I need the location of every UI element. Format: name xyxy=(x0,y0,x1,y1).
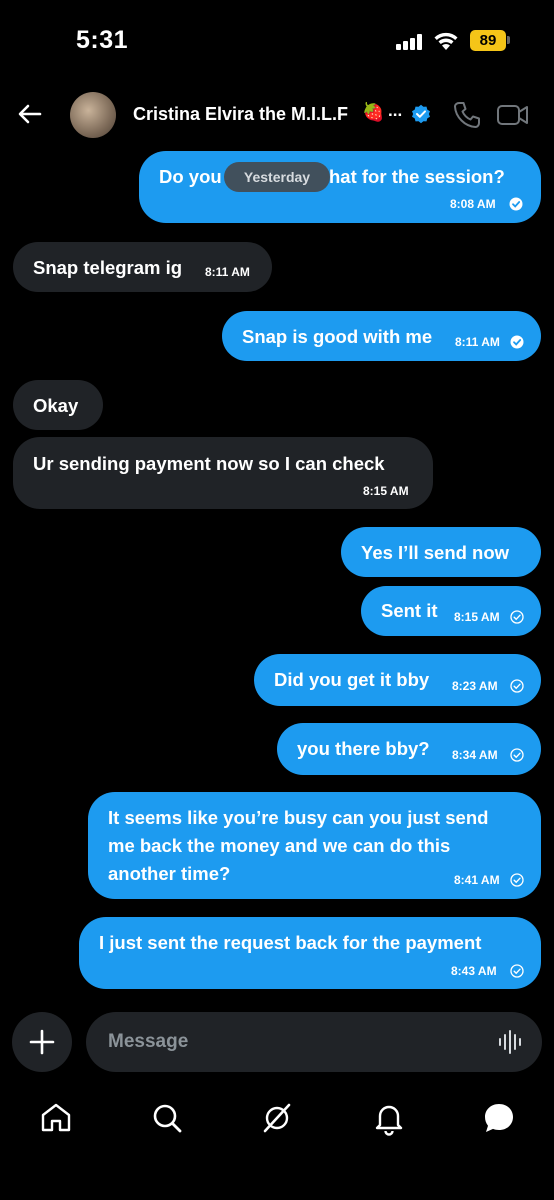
message-time: 8:43 AM xyxy=(451,964,497,978)
message-time: 8:15 AM xyxy=(363,484,409,498)
message-bubble-sent[interactable]: Sent it 8:15 AM xyxy=(361,586,541,636)
video-camera-icon[interactable] xyxy=(496,100,530,130)
read-receipt-icon xyxy=(510,335,524,349)
message-text: I just sent the request back for the pay… xyxy=(99,932,482,953)
battery-tip xyxy=(507,36,510,44)
message-composer xyxy=(0,1012,554,1072)
sent-receipt-icon xyxy=(510,873,524,887)
voice-waveform-icon[interactable] xyxy=(497,1028,525,1056)
phone-icon[interactable] xyxy=(452,100,482,130)
contact-name[interactable]: Cristina Elvira the M.I.L.F xyxy=(133,104,348,125)
message-time: 8:23 AM xyxy=(452,679,498,693)
sent-receipt-icon xyxy=(510,679,524,693)
strawberry-emoji: 🍓 xyxy=(362,102,385,122)
date-divider: Yesterday xyxy=(224,162,330,192)
message-text: Ur sending payment now so I can check xyxy=(33,453,385,474)
message-text: Yes I’ll send now xyxy=(361,542,510,563)
message-text: Sent it xyxy=(381,600,438,621)
message-input[interactable] xyxy=(86,1012,542,1072)
message-text-line: me back the money and we can do this xyxy=(108,835,451,856)
verified-badge-icon xyxy=(412,104,430,124)
message-bubble-received[interactable]: Snap telegram ig 8:11 AM xyxy=(13,242,272,292)
status-time: 5:31 xyxy=(76,26,129,54)
bottom-navigation xyxy=(0,1092,554,1152)
conversation-header: Cristina Elvira the M.I.L.F 🍓 ... xyxy=(0,86,554,146)
grok-icon[interactable] xyxy=(259,1100,295,1136)
message-bubble-received[interactable]: Ur sending payment now so I can check 8:… xyxy=(13,437,433,509)
home-icon[interactable] xyxy=(38,1100,74,1136)
message-text: Did you get it bby xyxy=(274,669,430,690)
message-text: Okay xyxy=(33,395,79,416)
message-time: 8:11 AM xyxy=(455,335,500,349)
message-text-continued: hat for the session? xyxy=(329,166,505,187)
message-time: 8:08 AM xyxy=(450,197,496,211)
message-text: Snap is good with me xyxy=(242,326,433,347)
message-time: 8:41 AM xyxy=(454,873,500,887)
message-text-line: It seems like you’re busy can you just s… xyxy=(108,807,489,828)
wifi-icon xyxy=(434,32,458,50)
message-bubble-sent[interactable]: you there bby? 8:34 AM xyxy=(277,723,541,775)
message-text: you there bby? xyxy=(297,738,430,759)
message-bubble-sent[interactable]: It seems like you’re busy can you just s… xyxy=(88,792,541,899)
message-time: 8:15 AM xyxy=(454,610,500,624)
message-bubble-sent[interactable]: I just sent the request back for the pay… xyxy=(79,917,541,989)
sent-receipt-icon xyxy=(510,748,524,762)
plus-icon xyxy=(29,1029,55,1055)
search-icon[interactable] xyxy=(149,1100,185,1136)
cellular-signal-icon xyxy=(396,34,424,50)
back-arrow-icon[interactable] xyxy=(14,98,46,130)
message-text: Snap telegram ig xyxy=(33,257,183,278)
message-text: Do you xyxy=(159,166,222,187)
message-bubble-sent[interactable]: Do you hat for the session? 8:08 AM xyxy=(139,151,541,223)
sent-receipt-icon xyxy=(510,964,524,978)
bell-icon[interactable] xyxy=(371,1100,407,1136)
message-time: 8:34 AM xyxy=(452,748,498,762)
battery-indicator: 89 xyxy=(470,30,506,51)
message-bubble-received[interactable]: Okay xyxy=(13,380,103,430)
status-bar: 5:31 89 xyxy=(0,0,554,80)
messages-icon[interactable] xyxy=(481,1100,517,1136)
message-text-line: another time? xyxy=(108,863,231,884)
add-attachment-button[interactable] xyxy=(12,1012,72,1072)
message-bubble-sent[interactable]: Did you get it bby 8:23 AM xyxy=(254,654,541,706)
sent-receipt-icon xyxy=(510,610,524,624)
name-truncation: ... xyxy=(388,101,403,120)
message-bubble-sent[interactable]: Yes I’ll send now xyxy=(341,527,541,577)
message-time: 8:11 AM xyxy=(205,265,250,279)
message-bubble-sent[interactable]: Snap is good with me 8:11 AM xyxy=(222,311,541,361)
avatar[interactable] xyxy=(70,92,116,138)
read-receipt-icon xyxy=(509,197,523,211)
